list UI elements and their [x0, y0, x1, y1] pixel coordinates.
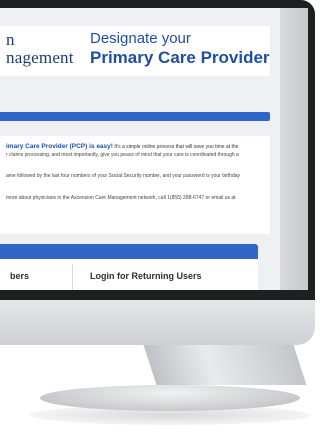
- intro-text: imary Care Provider (PCP) is easy! It's …: [6, 143, 238, 150]
- tab-new-members[interactable]: bers: [10, 271, 29, 281]
- brand-logo-line1: n: [6, 30, 15, 49]
- login-tabs: bers Login for Returning Users: [0, 259, 258, 290]
- page-subtitle: Primary Care Provider: [90, 48, 270, 67]
- accent-bar: [0, 112, 270, 121]
- brand-logo-line2: nagement: [6, 48, 74, 67]
- login-tab-header: [0, 244, 258, 259]
- screen: n nagement Designate your Primary Care P…: [0, 8, 280, 290]
- monitor-stand-base: [40, 385, 300, 411]
- monitor-stand-neck: [143, 345, 307, 385]
- contact-info: more about physicians in the Ascension C…: [6, 195, 236, 201]
- intro-rest-text: It's a simple online process that will s…: [112, 144, 239, 150]
- login-instructions: ame followed by the last four numbers of…: [6, 173, 241, 179]
- page-title: Designate your: [90, 30, 191, 47]
- intro-text-line2: r claims processing, and most importantl…: [6, 152, 239, 158]
- monitor-chin: [0, 300, 315, 345]
- intro-card: imary Care Provider (PCP) is easy! It's …: [0, 136, 270, 234]
- intro-bold-text: imary Care Provider (PCP) is easy!: [6, 143, 113, 150]
- tab-divider: [72, 264, 73, 290]
- screen-edge: [280, 8, 308, 290]
- header-card: n nagement Designate your Primary Care P…: [0, 26, 270, 76]
- tab-returning-users[interactable]: Login for Returning Users: [90, 271, 202, 281]
